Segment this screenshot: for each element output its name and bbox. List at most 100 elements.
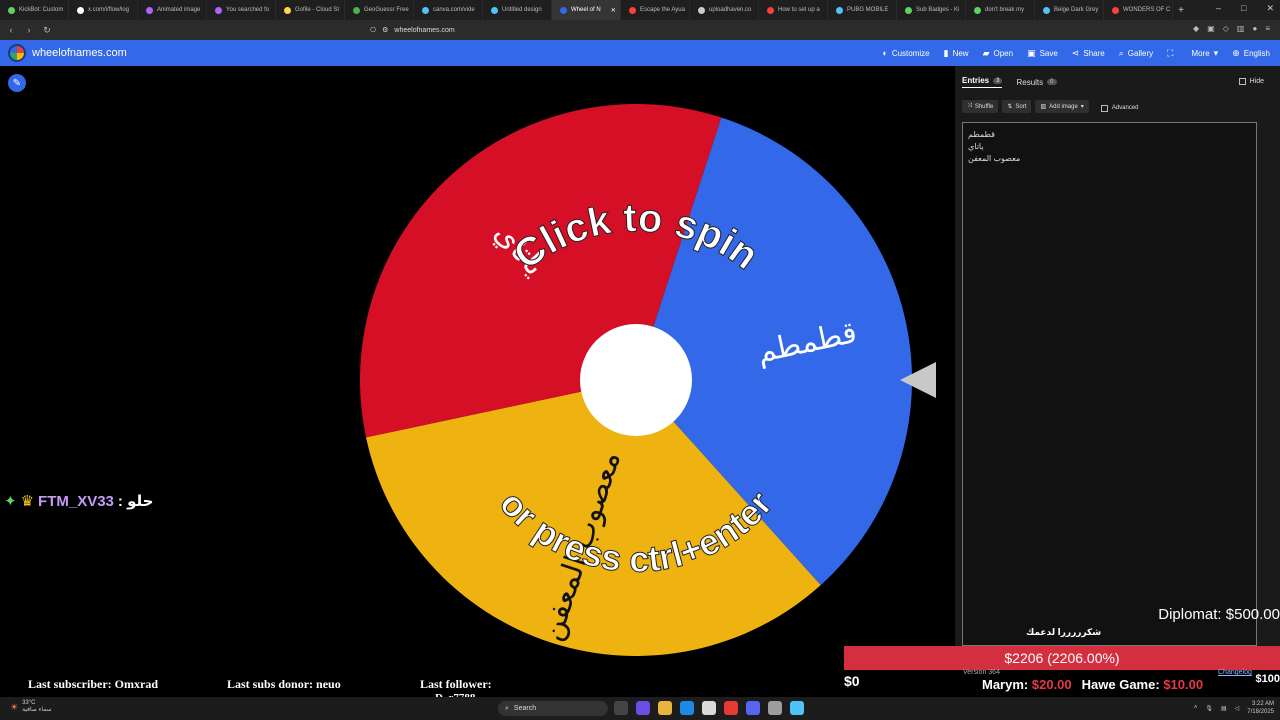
app-icon[interactable]	[768, 701, 782, 715]
wheel-svg[interactable]: قطمطممعصوب المعفنياتاي Click to spin or …	[358, 102, 914, 658]
browser-tab[interactable]: Untitled design	[483, 0, 552, 20]
mic-icon[interactable]: 🎙	[1205, 705, 1213, 712]
chat-overlay: ✦ ♛ FTM_XV33 : حلو	[4, 492, 154, 511]
app-header: wheelofnames.com ◐ Customize ▮ New ▰ Open ▣ Sav…	[0, 40, 1280, 66]
english-menu-button[interactable]: ⊕ English	[1232, 48, 1270, 59]
system-tray: ˄ 🎙 ▤ ◁ 3:22 AM 7/18/2025	[1194, 700, 1274, 716]
clock[interactable]: 3:22 AM 7/18/2025	[1247, 700, 1274, 716]
extension-icon[interactable]: ◇	[1223, 24, 1229, 33]
reload-icon[interactable]: ↻	[40, 25, 54, 36]
bookmark-icon[interactable]: ⎔	[370, 26, 376, 34]
sparkle-badge-icon: ✦	[4, 493, 17, 510]
hide-toggle[interactable]: Hide	[1238, 78, 1264, 85]
gallery-menu-button[interactable]: ⌕ Gallery	[1119, 48, 1153, 59]
tab-entries[interactable]: Entries 3	[962, 76, 1003, 88]
last-subscriber: Last subscriber: Omxrad	[28, 677, 158, 691]
image-icon: ▨	[1040, 104, 1047, 110]
menu-icon[interactable]: ≡	[1265, 24, 1270, 33]
profile-icon[interactable]: ●	[1252, 24, 1257, 33]
network-icon[interactable]: ▤	[1221, 705, 1227, 712]
wheel-logo-icon[interactable]	[8, 44, 26, 62]
entry-line: ياتاي	[968, 142, 984, 151]
sidebar-icon[interactable]: ▥	[1237, 24, 1245, 33]
tab-title: Wheel of N	[571, 7, 601, 13]
minimize-button[interactable]: –	[1216, 3, 1221, 14]
tab-results[interactable]: Results 0	[1016, 76, 1057, 88]
chat-message: : حلو	[117, 493, 154, 510]
customize-menu-button[interactable]: ◐ Customize	[882, 48, 929, 58]
entries-panel: Entries 3 Results 0 Hide ⤨ Shuffle ⇅ Sort …	[955, 66, 1280, 646]
share-menu-button[interactable]: ⋖ Share	[1072, 48, 1105, 59]
browser-tab[interactable]: x.com/i/flow/log	[69, 0, 138, 20]
extension-icon[interactable]: ◆	[1193, 24, 1199, 33]
browser-tab[interactable]: GeoGuessr Free	[345, 0, 414, 20]
browser-tab[interactable]: don't break my	[966, 0, 1035, 20]
close-tab-icon[interactable]: ✕	[611, 7, 616, 14]
extension-icons: ◆ ▣ ◇ ▥ ● ≡	[1193, 24, 1270, 33]
browser-tab-strip: KickBot: Custom x.com/i/flow/log Animated …	[0, 0, 1280, 20]
extension-icon[interactable]: ▣	[1207, 24, 1215, 33]
browser-tab[interactable]: Escape the Ayua	[621, 0, 690, 20]
browser-tab[interactable]: PUBG MOBILE	[828, 0, 897, 20]
advanced-toggle[interactable]: Advanced	[1100, 100, 1139, 113]
clock-time: 3:22 AM	[1251, 701, 1274, 707]
browser-tab[interactable]: canva.com/vide	[414, 0, 483, 20]
site-title[interactable]: wheelofnames.com	[32, 47, 127, 59]
browser-tab[interactable]: Wheel of N ✕	[552, 0, 621, 20]
browser-tab[interactable]: KickBot: Custom	[0, 0, 69, 20]
site-info-icon[interactable]: ⚙	[382, 26, 388, 34]
url-field[interactable]: ⎔ ⚙ wheelofnames.com	[370, 23, 890, 37]
wheel-center-hub[interactable]	[580, 324, 692, 436]
forward-icon[interactable]: ›	[22, 25, 36, 35]
discord-icon[interactable]	[746, 701, 760, 715]
sort-button[interactable]: ⇅ Sort	[1002, 100, 1032, 113]
shuffle-button[interactable]: ⤨ Shuffle	[962, 100, 999, 113]
file-explorer-icon[interactable]	[658, 701, 672, 715]
menu-label: Customize	[891, 48, 930, 58]
edge-icon[interactable]	[680, 701, 694, 715]
browser-tab[interactable]: How to set up a	[759, 0, 828, 20]
brave-icon[interactable]	[724, 701, 738, 715]
weather-condition: سماء صافية	[22, 707, 52, 713]
store-icon[interactable]	[702, 701, 716, 715]
sort-label: Sort	[1015, 103, 1027, 110]
back-icon[interactable]: ‹	[4, 25, 18, 35]
search-icon: ⌕	[505, 704, 509, 712]
browser-tab[interactable]: You searched fo	[207, 0, 276, 20]
browser-tab[interactable]: Beige Dark Grey	[1035, 0, 1104, 20]
browser-tab[interactable]: Gofile - Cloud St	[276, 0, 345, 20]
open-menu-button[interactable]: ▰ Open	[983, 48, 1014, 59]
advanced-checkbox[interactable]	[1100, 104, 1108, 112]
taskbar-search[interactable]: ⌕ Search	[498, 701, 608, 716]
wheel[interactable]: قطمطم معصوب المعفن ياتاي Click to spin or …	[358, 102, 914, 658]
hide-checkbox[interactable]	[1238, 78, 1246, 85]
new-tab-button[interactable]: +	[1173, 5, 1189, 16]
menu-label: Gallery	[1127, 48, 1154, 58]
close-window-button[interactable]: ✕	[1266, 3, 1274, 14]
tab-title: You searched fo	[226, 7, 270, 13]
search-icon: ⌕	[1118, 47, 1124, 58]
url-text: wheelofnames.com	[394, 26, 455, 34]
browser-tab[interactable]: uploadhaven.co	[690, 0, 759, 20]
browser-tab[interactable]: WONDERS OF C	[1104, 0, 1173, 20]
results-count-badge: 0	[1047, 79, 1057, 85]
weather-widget[interactable]: ☀ 33°C سماء صافية	[10, 700, 52, 714]
tab-title: Animated image	[157, 7, 201, 13]
entries-textarea[interactable]: قطمطم ياتاي معصوب المعفن	[962, 122, 1257, 646]
volume-icon[interactable]: ◁	[1235, 705, 1240, 712]
add-image-button[interactable]: ▨ Add image ▾	[1035, 100, 1089, 113]
fullscreen-menu-button[interactable]: ⛶	[1167, 48, 1177, 59]
browser-tab[interactable]: Sub Badges - Ki	[897, 0, 966, 20]
copilot-icon[interactable]	[636, 701, 650, 715]
notepad-icon[interactable]	[790, 701, 804, 715]
browser-tab[interactable]: Animated image	[138, 0, 207, 20]
edit-pencil-icon[interactable]: ✎	[8, 74, 26, 92]
new-menu-button[interactable]: ▮ New	[944, 48, 969, 59]
save-menu-button[interactable]: ▣ Save	[1027, 48, 1058, 59]
chevron-up-icon[interactable]: ˄	[1194, 705, 1198, 711]
maximize-button[interactable]: □	[1241, 3, 1246, 14]
more-menu-button[interactable]: More ▾	[1191, 48, 1218, 59]
entries-toolbar: ⤨ Shuffle ⇅ Sort ▨ Add image ▾ Advanced	[962, 100, 1139, 113]
changelog-link[interactable]: Changelog	[1218, 669, 1252, 676]
task-view-icon[interactable]	[614, 701, 628, 715]
